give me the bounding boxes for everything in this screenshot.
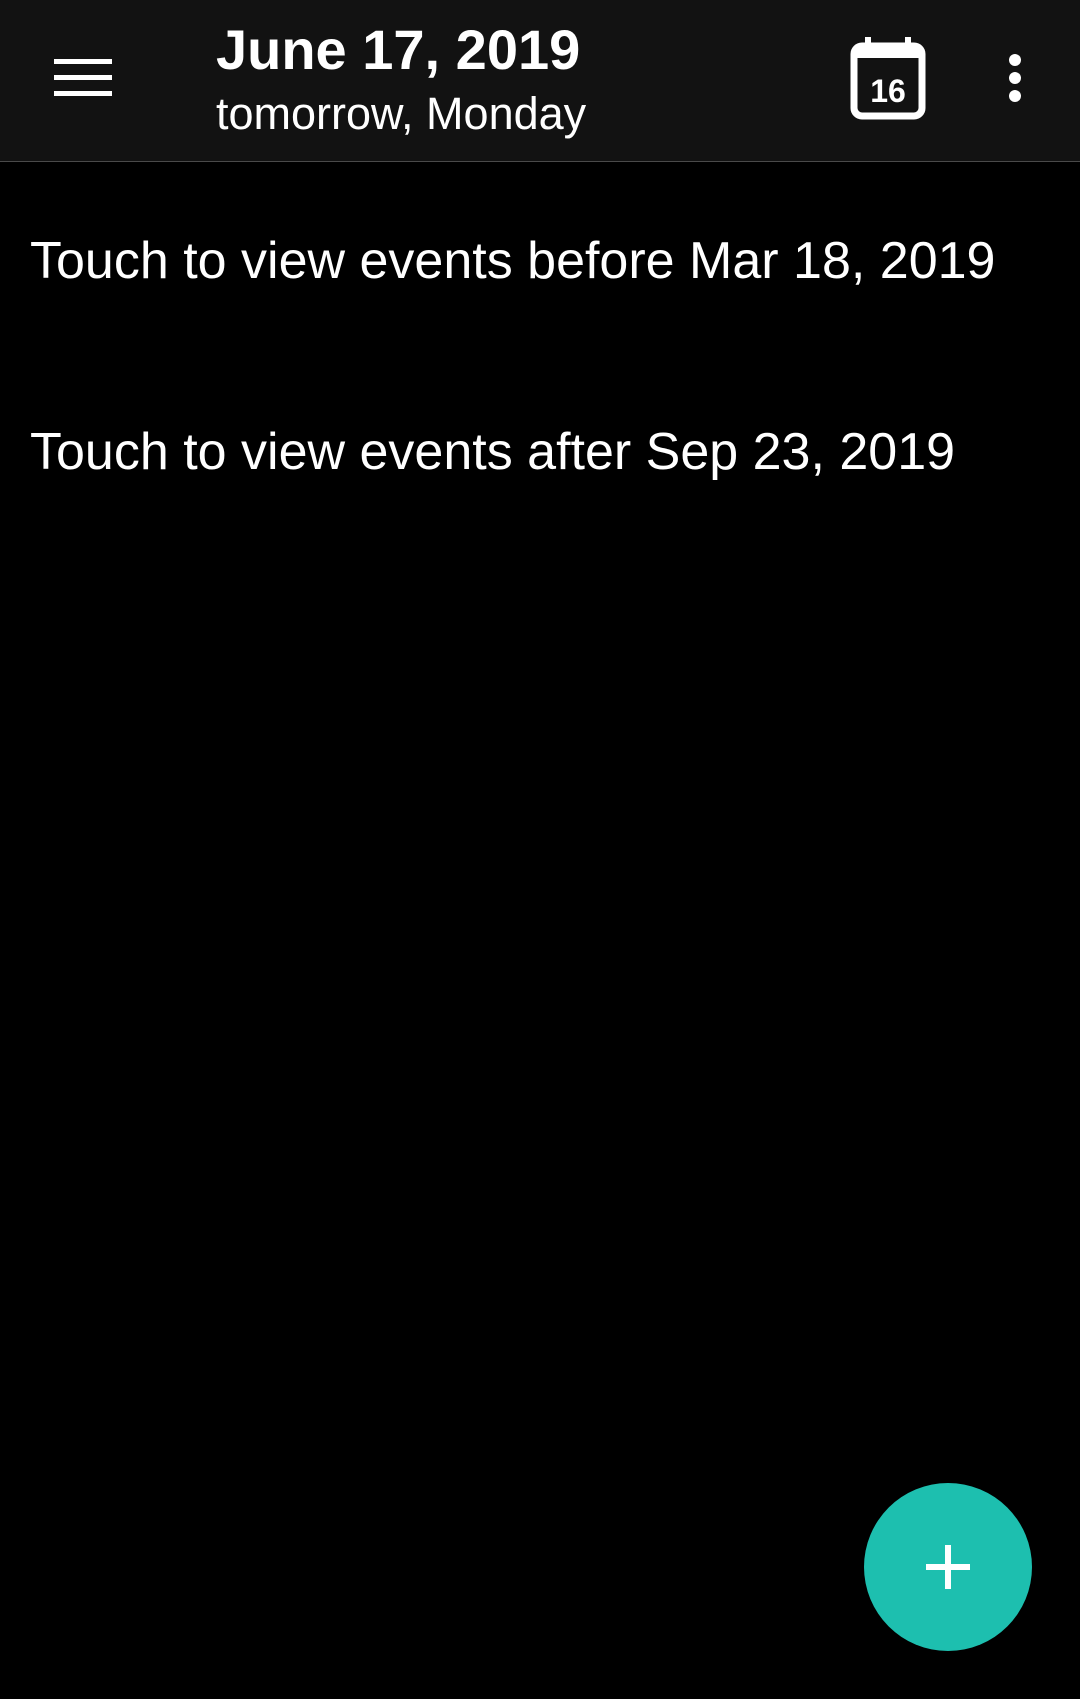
app-toolbar: June 17, 2019 tomorrow, Monday 16 xyxy=(0,0,1080,162)
navigation-menu-button[interactable] xyxy=(26,28,142,128)
calendar-day-number: 16 xyxy=(870,73,906,109)
overflow-menu-button[interactable] xyxy=(980,28,1050,128)
toolbar-title-group[interactable]: June 17, 2019 tomorrow, Monday xyxy=(216,14,816,142)
more-vertical-icon xyxy=(1009,54,1021,102)
go-to-today-button[interactable]: 16 xyxy=(838,26,938,130)
calendar-agenda-screen: June 17, 2019 tomorrow, Monday 16 Touch … xyxy=(0,0,1080,1699)
view-earlier-events-link[interactable]: Touch to view events before Mar 18, 2019 xyxy=(30,229,995,293)
date-title: June 17, 2019 xyxy=(216,18,581,81)
add-event-button[interactable] xyxy=(864,1483,1032,1651)
plus-icon xyxy=(926,1545,970,1589)
date-subtitle: tomorrow, Monday xyxy=(216,88,587,139)
hamburger-menu-icon xyxy=(54,59,112,96)
view-later-events-link[interactable]: Touch to view events after Sep 23, 2019 xyxy=(30,420,955,484)
calendar-today-icon: 16 xyxy=(850,37,926,120)
